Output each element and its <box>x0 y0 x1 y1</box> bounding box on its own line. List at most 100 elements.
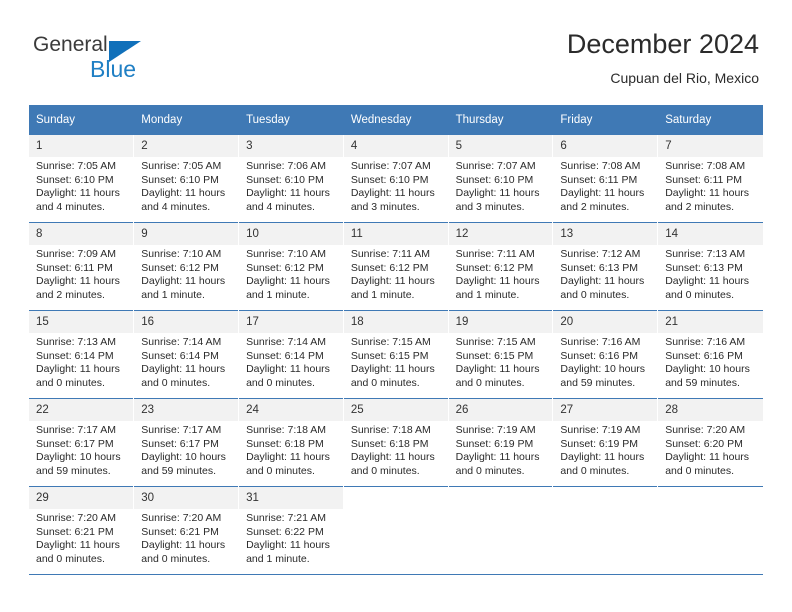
day-details: Sunrise: 7:16 AM Sunset: 6:16 PM Daylight:… <box>553 333 657 390</box>
generalblue-logo[interactable]: General Blue <box>33 33 213 85</box>
calendar-week-row: 1 Sunrise: 7:05 AM Sunset: 6:10 PM Daylight… <box>29 134 763 223</box>
sunrise-text: Sunrise: 7:20 AM <box>141 512 222 524</box>
sunset-text: Sunset: 6:12 PM <box>141 261 219 274</box>
day-number: 17 <box>239 311 343 333</box>
calendar-day-cell[interactable]: 4 Sunrise: 7:07 AM Sunset: 6:10 PM Daylight… <box>343 134 449 223</box>
daylight-text-line1: Daylight: 11 hours <box>36 363 120 376</box>
sunset-text: Sunset: 6:19 PM <box>560 437 639 450</box>
day-details: Sunrise: 7:11 AM Sunset: 6:12 PM Daylight:… <box>449 245 553 302</box>
sunrise-text: Sunrise: 7:15 AM <box>455 336 536 348</box>
calendar-day-cell[interactable]: 6 Sunrise: 7:08 AM Sunset: 6:11 PM Daylight… <box>552 134 659 223</box>
day-details: Sunrise: 7:05 AM Sunset: 6:10 PM Daylight:… <box>134 157 238 214</box>
calendar-day-cell[interactable]: 20 Sunrise: 7:16 AM Sunset: 6:16 PM Dayligh… <box>552 310 659 399</box>
daylight-text-line2: and 4 minutes. <box>36 200 105 213</box>
calendar-day-cell[interactable]: 25 Sunrise: 7:18 AM Sunset: 6:18 PM Dayligh… <box>343 398 449 487</box>
calendar-day-cell[interactable]: 23 Sunrise: 7:17 AM Sunset: 6:17 PM Dayligh… <box>133 398 240 487</box>
sunrise-text: Sunrise: 7:20 AM <box>36 512 116 524</box>
sunrise-text: Sunrise: 7:07 AM <box>350 160 431 172</box>
calendar-day-cell[interactable]: 26 Sunrise: 7:19 AM Sunset: 6:19 PM Dayligh… <box>448 398 554 487</box>
day-number <box>448 487 553 509</box>
sunset-text: Sunset: 6:11 PM <box>36 261 113 274</box>
daylight-text-line1: Daylight: 11 hours <box>455 187 540 200</box>
daylight-text-line1: Daylight: 11 hours <box>560 451 645 464</box>
calendar-day-cell[interactable]: 18 Sunrise: 7:15 AM Sunset: 6:15 PM Dayligh… <box>343 310 449 399</box>
calendar-day-cell[interactable]: 28 Sunrise: 7:20 AM Sunset: 6:20 PM Dayligh… <box>657 398 763 487</box>
calendar-day-cell-empty <box>343 486 449 575</box>
page-title: December 2024 <box>566 29 759 59</box>
calendar-day-cell[interactable]: 21 Sunrise: 7:16 AM Sunset: 6:16 PM Dayligh… <box>657 310 763 399</box>
calendar-day-cell[interactable]: 11 Sunrise: 7:11 AM Sunset: 6:12 PM Dayligh… <box>343 222 449 311</box>
day-number <box>343 487 448 509</box>
daylight-text-line2: and 1 minute. <box>455 288 520 301</box>
calendar-day-cell-empty <box>552 486 659 575</box>
calendar-day-cell[interactable]: 13 Sunrise: 7:12 AM Sunset: 6:13 PM Dayligh… <box>552 222 659 311</box>
calendar-day-cell[interactable]: 1 Sunrise: 7:05 AM Sunset: 6:10 PM Daylight… <box>29 134 135 223</box>
day-details: Sunrise: 7:19 AM Sunset: 6:19 PM Daylight:… <box>449 421 553 478</box>
sunrise-text: Sunrise: 7:10 AM <box>141 248 222 260</box>
calendar-day-cell[interactable]: 5 Sunrise: 7:07 AM Sunset: 6:10 PM Daylight… <box>448 134 554 223</box>
calendar-day-cell[interactable]: 19 Sunrise: 7:15 AM Sunset: 6:15 PM Dayligh… <box>448 310 554 399</box>
day-number: 27 <box>553 399 658 421</box>
calendar-day-cell[interactable]: 7 Sunrise: 7:08 AM Sunset: 6:11 PM Daylight… <box>657 134 763 223</box>
calendar-day-cell[interactable]: 10 Sunrise: 7:10 AM Sunset: 6:12 PM Dayligh… <box>238 222 344 311</box>
daylight-text-line1: Daylight: 11 hours <box>665 451 750 464</box>
weekday-header-sunday: Sunday <box>29 105 135 135</box>
day-details: Sunrise: 7:13 AM Sunset: 6:13 PM Daylight:… <box>658 245 762 302</box>
daylight-text-line2: and 1 minute. <box>350 288 415 301</box>
day-number: 2 <box>134 135 239 157</box>
day-details <box>344 509 448 512</box>
sunrise-text: Sunrise: 7:10 AM <box>246 248 327 260</box>
sunset-text: Sunset: 6:16 PM <box>560 349 639 362</box>
daylight-text-line2: and 2 minutes. <box>560 200 630 213</box>
daylight-text-line1: Daylight: 11 hours <box>246 275 330 288</box>
calendar-day-cell[interactable]: 24 Sunrise: 7:18 AM Sunset: 6:18 PM Dayligh… <box>238 398 344 487</box>
calendar-day-cell[interactable]: 9 Sunrise: 7:10 AM Sunset: 6:12 PM Daylight… <box>133 222 240 311</box>
calendar-day-cell[interactable]: 2 Sunrise: 7:05 AM Sunset: 6:10 PM Daylight… <box>133 134 240 223</box>
day-number: 16 <box>134 311 239 333</box>
daylight-text-line1: Daylight: 11 hours <box>246 187 330 200</box>
daylight-text-line2: and 1 minute. <box>246 288 310 301</box>
calendar-week-row: 22 Sunrise: 7:17 AM Sunset: 6:17 PM Dayligh… <box>29 398 763 487</box>
calendar-day-cell[interactable]: 17 Sunrise: 7:14 AM Sunset: 6:14 PM Dayligh… <box>238 310 344 399</box>
calendar-day-cell[interactable]: 31 Sunrise: 7:21 AM Sunset: 6:22 PM Dayligh… <box>238 486 344 575</box>
sunrise-text: Sunrise: 7:09 AM <box>36 248 116 260</box>
sunrise-text: Sunrise: 7:17 AM <box>141 424 222 436</box>
sunrise-text: Sunrise: 7:16 AM <box>665 336 746 348</box>
calendar-day-cell[interactable]: 15 Sunrise: 7:13 AM Sunset: 6:14 PM Dayligh… <box>29 310 135 399</box>
calendar-day-cell[interactable]: 22 Sunrise: 7:17 AM Sunset: 6:17 PM Dayligh… <box>29 398 135 487</box>
day-details: Sunrise: 7:12 AM Sunset: 6:13 PM Daylight:… <box>553 245 657 302</box>
daylight-text-line1: Daylight: 11 hours <box>141 275 226 288</box>
calendar-day-cell[interactable]: 27 Sunrise: 7:19 AM Sunset: 6:19 PM Dayligh… <box>552 398 659 487</box>
sunset-text: Sunset: 6:12 PM <box>455 261 534 274</box>
weekday-header-friday: Friday <box>552 105 659 135</box>
calendar-day-cell[interactable]: 30 Sunrise: 7:20 AM Sunset: 6:21 PM Dayligh… <box>133 486 240 575</box>
daylight-text-line2: and 59 minutes. <box>36 464 111 477</box>
calendar-day-cell-empty <box>448 486 554 575</box>
daylight-text-line2: and 0 minutes. <box>350 464 420 477</box>
day-number: 28 <box>658 399 763 421</box>
calendar-day-cell-empty <box>657 486 763 575</box>
calendar-day-cell[interactable]: 14 Sunrise: 7:13 AM Sunset: 6:13 PM Dayligh… <box>657 222 763 311</box>
sunrise-text: Sunrise: 7:11 AM <box>350 248 431 260</box>
calendar-day-cell[interactable]: 3 Sunrise: 7:06 AM Sunset: 6:10 PM Daylight… <box>238 134 344 223</box>
calendar-day-cell[interactable]: 16 Sunrise: 7:14 AM Sunset: 6:14 PM Dayligh… <box>133 310 240 399</box>
calendar-day-cell[interactable]: 29 Sunrise: 7:20 AM Sunset: 6:21 PM Dayligh… <box>29 486 135 575</box>
daylight-text-line1: Daylight: 11 hours <box>246 539 330 552</box>
day-number: 20 <box>553 311 658 333</box>
calendar-day-cell[interactable]: 8 Sunrise: 7:09 AM Sunset: 6:11 PM Daylight… <box>29 222 135 311</box>
sunrise-text: Sunrise: 7:19 AM <box>560 424 641 436</box>
day-details: Sunrise: 7:13 AM Sunset: 6:14 PM Daylight:… <box>29 333 133 390</box>
day-details: Sunrise: 7:11 AM Sunset: 6:12 PM Daylight:… <box>344 245 448 302</box>
day-details: Sunrise: 7:14 AM Sunset: 6:14 PM Daylight:… <box>134 333 238 390</box>
calendar-body: 1 Sunrise: 7:05 AM Sunset: 6:10 PM Daylight… <box>29 134 763 575</box>
daylight-text-line2: and 0 minutes. <box>560 288 630 301</box>
sunrise-text: Sunrise: 7:15 AM <box>350 336 431 348</box>
calendar-header-row: Sunday Monday Tuesday Wednesday Thursday… <box>29 105 763 135</box>
daylight-text-line2: and 2 minutes. <box>665 200 735 213</box>
day-details <box>553 509 657 512</box>
calendar-day-cell[interactable]: 12 Sunrise: 7:11 AM Sunset: 6:12 PM Dayligh… <box>448 222 554 311</box>
daylight-text-line1: Daylight: 10 hours <box>560 363 646 376</box>
sunset-text: Sunset: 6:12 PM <box>350 261 429 274</box>
day-details: Sunrise: 7:10 AM Sunset: 6:12 PM Daylight:… <box>134 245 238 302</box>
sunset-text: Sunset: 6:22 PM <box>246 525 324 538</box>
